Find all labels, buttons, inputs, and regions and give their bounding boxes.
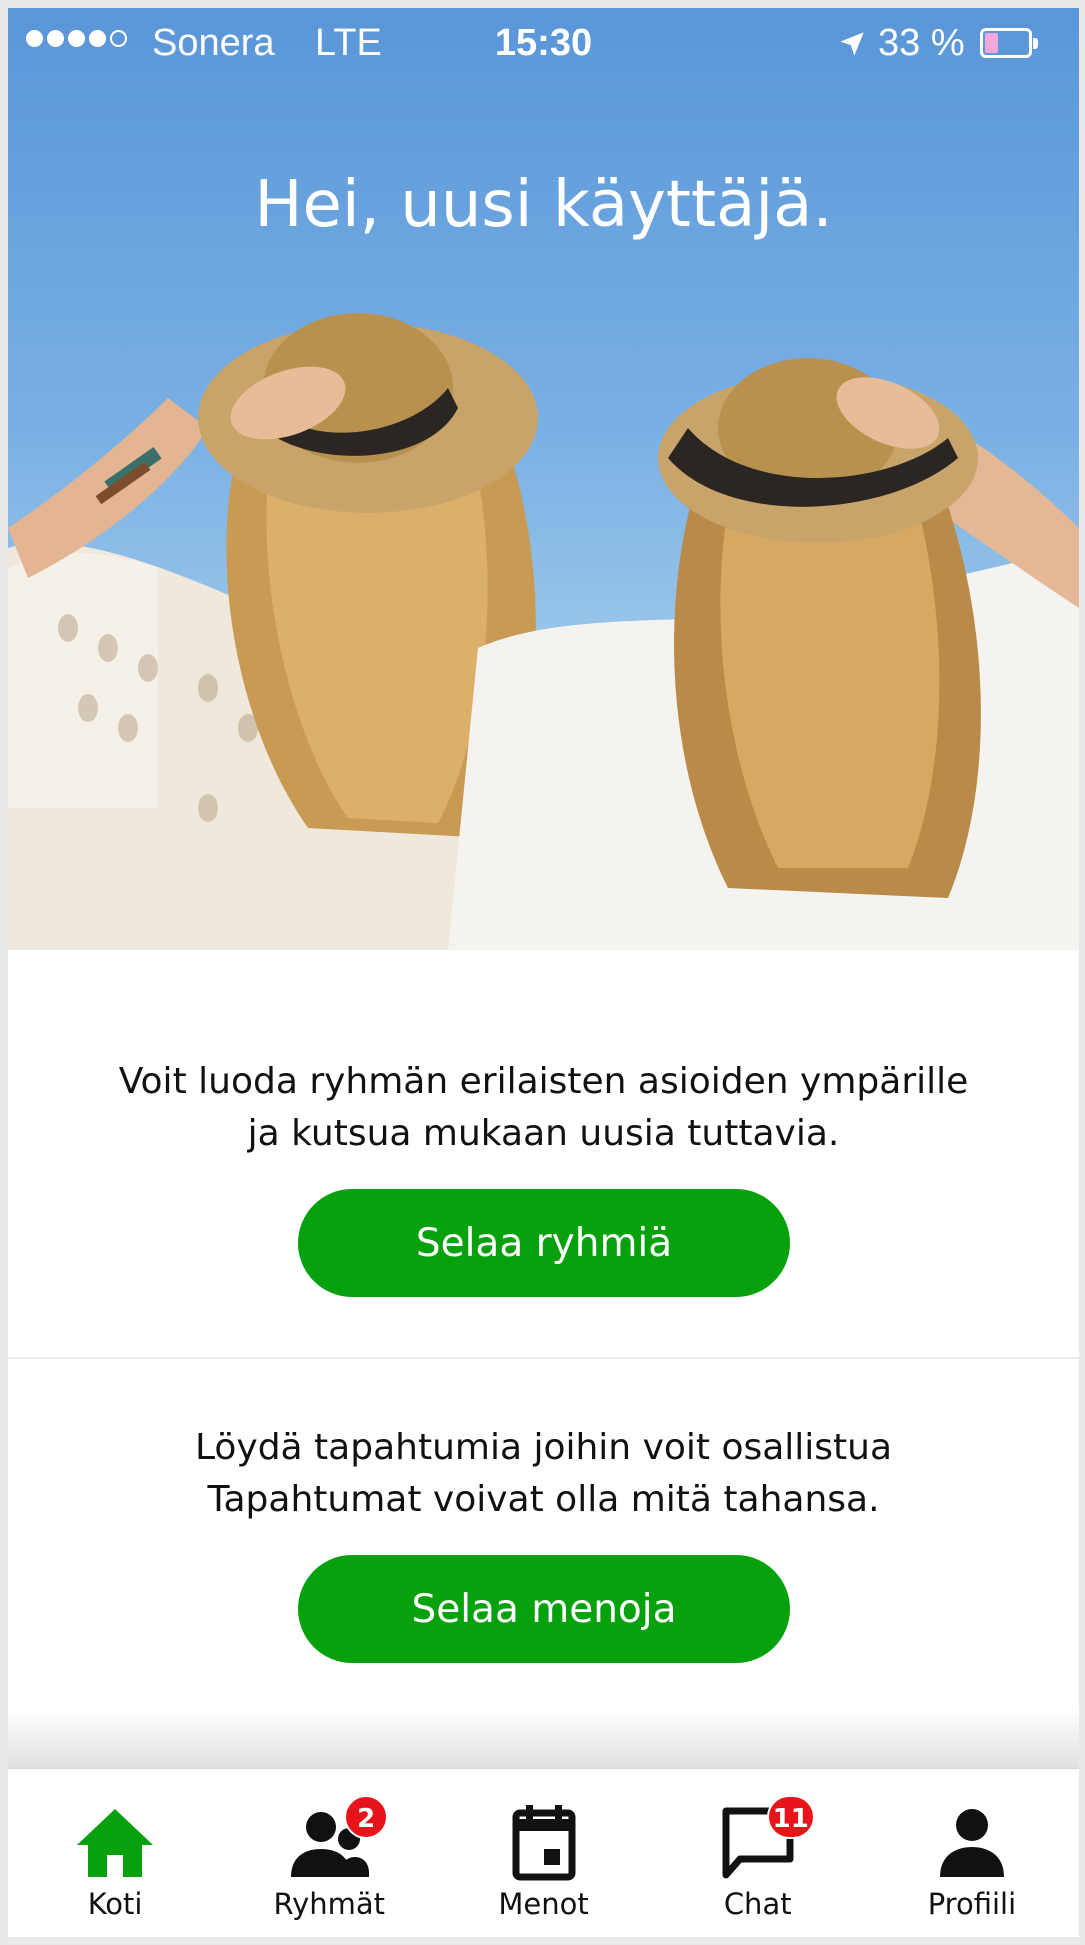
person-icon: [939, 1809, 1004, 1877]
tab-profile[interactable]: Profiili: [865, 1769, 1079, 1937]
tab-groups[interactable]: 2 Ryhmät: [222, 1769, 436, 1937]
tab-bar-shadow: [8, 1708, 1079, 1768]
groups-description: Voit luoda ryhmän erilaisten asioiden ym…: [48, 1056, 1039, 1160]
tab-chat[interactable]: 11 Chat: [651, 1769, 865, 1937]
tab-label: Koti: [87, 1887, 143, 1921]
status-bar: Sonera LTE 15:30 33 %: [8, 8, 1079, 80]
events-description-line: Löydä tapahtumia joihin voit osallistua: [194, 1427, 893, 1468]
events-description: Löydä tapahtumia joihin voit osallistua …: [48, 1422, 1039, 1526]
hero-banner: Sonera LTE 15:30 33 % Hei, uusi käyttäjä…: [8, 8, 1079, 950]
events-section: Löydä tapahtumia joihin voit osallistua …: [8, 1360, 1079, 1768]
bottom-tab-bar: Koti 2 Ryhmät Menot 11 Chat Profiili: [8, 1768, 1079, 1937]
tab-home[interactable]: Koti: [8, 1769, 222, 1937]
hero-photo: [8, 313, 1079, 950]
browse-events-button[interactable]: Selaa menoja: [298, 1555, 790, 1663]
events-description-line: Tapahtumat voivat olla mitä tahansa.: [207, 1479, 880, 1520]
home-icon: [77, 1809, 154, 1877]
app-screen: Sonera LTE 15:30 33 % Hei, uusi käyttäjä…: [8, 8, 1079, 1937]
tab-events[interactable]: Menot: [436, 1769, 650, 1937]
calendar-icon: [512, 1805, 575, 1881]
tab-label: Ryhmät: [273, 1887, 386, 1921]
groups-badge: 2: [344, 1795, 389, 1839]
location-arrow-icon: [840, 32, 864, 56]
groups-section: Voit luoda ryhmän erilaisten asioiden ym…: [8, 950, 1079, 1358]
battery-icon: [980, 28, 1038, 58]
tab-label: Menot: [498, 1887, 589, 1921]
chat-badge: 11: [766, 1795, 815, 1839]
battery-level: [985, 33, 998, 53]
section-divider: [8, 1357, 1079, 1359]
battery-percentage: 33 %: [878, 22, 965, 64]
browse-groups-button[interactable]: Selaa ryhmiä: [298, 1189, 790, 1297]
tab-label: Profiili: [927, 1887, 1017, 1921]
welcome-title: Hei, uusi käyttäjä.: [254, 168, 833, 242]
tab-label: Chat: [723, 1887, 792, 1921]
groups-description-line: Voit luoda ryhmän erilaisten asioiden ym…: [118, 1061, 969, 1102]
groups-description-line: ja kutsua mukaan uusia tuttavia.: [247, 1113, 840, 1154]
